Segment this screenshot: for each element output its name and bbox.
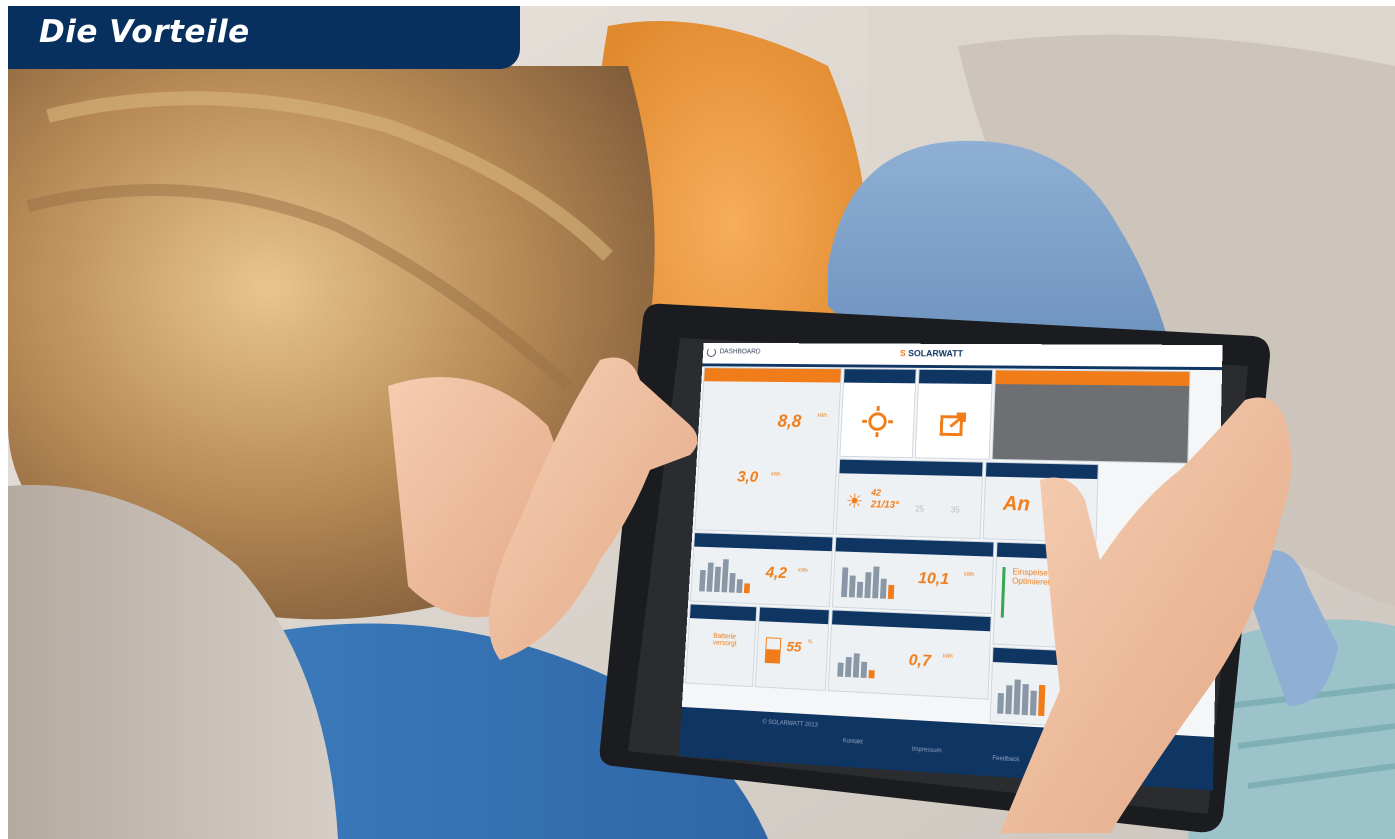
tile-weather[interactable]: ☀ 42 21/13° 25 35 — [835, 458, 984, 540]
tile-consumption[interactable]: 4,2 kWh — [690, 532, 834, 608]
tile-battery-status[interactable]: Batterie versorgt — [685, 603, 758, 688]
tile-feed-in[interactable]: 0,7 kWh — [827, 609, 992, 700]
battery-icon — [764, 637, 782, 664]
tile-optimizer-header — [996, 542, 1096, 561]
tile-battery-level-header — [759, 607, 829, 625]
feed-in-bars — [837, 647, 876, 679]
weather-cloud-value: 25 — [915, 504, 925, 514]
consumption-unit: kWh — [770, 471, 781, 478]
production-unit: kWh — [817, 412, 828, 419]
consumption-today-unit: kWh — [798, 567, 808, 574]
banner-title: Die Vorteile — [39, 14, 250, 50]
self-use-bars — [997, 677, 1046, 717]
sun-small-icon: ☀ — [845, 490, 864, 513]
tile-camera[interactable] — [991, 369, 1191, 464]
tile-misc-header — [985, 462, 1098, 480]
tile-battery-status-header — [689, 604, 757, 621]
export-icon — [938, 409, 969, 439]
tile-overview-export-header — [918, 369, 993, 385]
consumption-today-value: 4,2 — [765, 564, 788, 582]
weather-temp: 21/13° — [870, 499, 900, 511]
tile-self-use[interactable]: 18,8 — [989, 646, 1108, 729]
tile-self-use-header — [992, 647, 1107, 668]
production-value: 8,8 — [777, 411, 802, 431]
self-use-value: 18,8 — [1059, 687, 1093, 708]
optimizer-status-bar — [1000, 567, 1006, 618]
dashboard-header: DASHBOARD S SOLARWATT — [702, 342, 1223, 371]
battery-level-unit: % — [807, 639, 813, 646]
optimizer-text: Einspeise Optimierer aktiviert — [1012, 567, 1081, 589]
footer-link-feedback[interactable]: Feedback — [992, 756, 1019, 764]
consumption-value: 3,0 — [736, 469, 759, 486]
tile-energy-flow[interactable]: 8,8 kWh 3,0 kWh — [694, 367, 842, 535]
title-banner: Die Vorteile — [8, 6, 520, 69]
footer-link-impressum[interactable]: Impressum — [912, 747, 942, 755]
tile-battery-level[interactable]: 55 % — [754, 606, 830, 691]
misc-value: An — [1002, 492, 1031, 516]
tile-camera-header — [995, 370, 1190, 386]
tile-misc[interactable]: An — [982, 461, 1099, 543]
tile-consumption-header — [694, 533, 833, 552]
tile-optimizer[interactable]: Einspeise Optimierer aktiviert — [992, 541, 1097, 650]
dashboard-menu[interactable]: DASHBOARD — [719, 349, 760, 356]
tile-production[interactable]: 10,1 kWh — [831, 536, 995, 615]
battery-status-text: Batterie versorgt — [712, 632, 737, 648]
tablet-screen[interactable]: DASHBOARD S SOLARWATT 8,8 kWh 3,0 kWh ☀ … — [678, 342, 1223, 791]
production-today-value: 10,1 — [917, 570, 950, 589]
tile-overview-export[interactable] — [914, 368, 994, 460]
tile-overview-settings[interactable] — [839, 368, 917, 459]
solarwatt-logo: S SOLARWATT — [899, 348, 964, 359]
sun-icon — [859, 404, 895, 439]
footer-copyright: © SOLARWATT 2013 — [762, 719, 818, 729]
tile-overview-settings-header — [843, 369, 916, 384]
feed-in-unit: kWh — [942, 653, 953, 661]
weather-rain-value: 35 — [950, 505, 960, 515]
consumption-bars — [699, 556, 751, 594]
weather-sun-value: 42 — [871, 487, 882, 498]
production-today-unit: kWh — [964, 571, 975, 579]
battery-level-value: 55 — [786, 638, 802, 655]
tile-weather-header — [839, 459, 983, 477]
power-icon — [706, 347, 717, 357]
tile-production-header — [835, 537, 994, 557]
feed-in-value: 0,7 — [908, 651, 932, 671]
footer-link-kontakt[interactable]: Kontakt — [843, 738, 863, 745]
production-bars — [841, 561, 895, 600]
tile-energy-flow-header — [704, 368, 841, 383]
